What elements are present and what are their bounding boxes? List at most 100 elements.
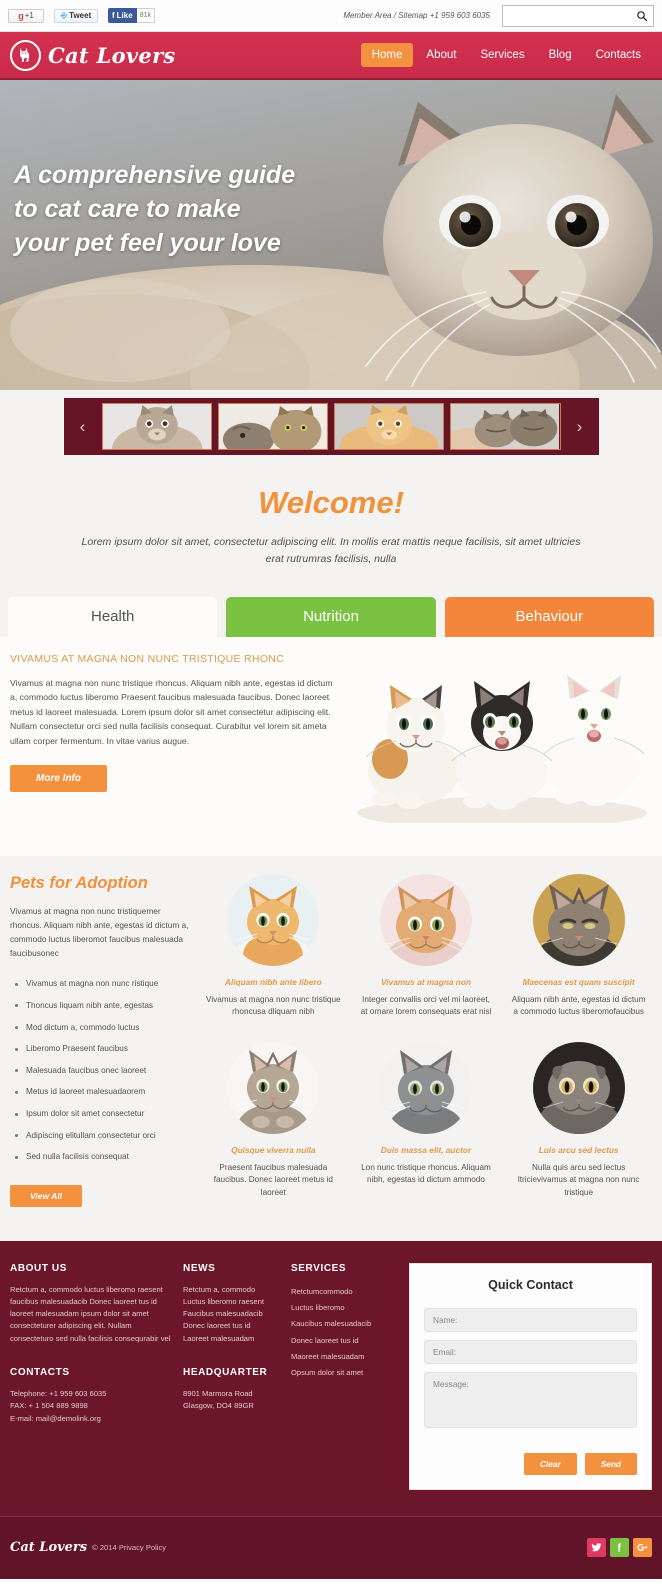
adoption-card-5: Duis massa elit, auctor Lon nunc tristiq… — [353, 1041, 500, 1207]
view-all-button[interactable]: View All — [10, 1184, 82, 1207]
message-field[interactable] — [424, 1371, 637, 1428]
search-icon[interactable] — [636, 10, 648, 22]
tweet-share-button[interactable]: ⎆ Tweet — [54, 8, 98, 23]
thumbnail-carousel: ‹ › — [63, 398, 599, 455]
member-area-sitemap-phone[interactable]: Member Area / Sitemap +1 959 603 6035 — [343, 11, 490, 20]
carousel-thumb-3[interactable] — [334, 403, 445, 450]
hero-line-1: A comprehensive guide — [14, 161, 296, 189]
contacts-heading: CONTACTS — [10, 1367, 70, 1379]
chevron-right-icon[interactable]: › — [567, 417, 593, 437]
carousel-thumb-4-image — [451, 404, 560, 449]
list-item[interactable]: Sed nulla facilisis consequat — [10, 1147, 190, 1169]
headquarter-heading: HEADQUARTER — [183, 1367, 268, 1379]
facebook-like-group: f Like 81k — [108, 8, 155, 23]
news-item[interactable]: Faucibus malesuadacib — [183, 1308, 283, 1320]
adoption-card-5-title[interactable]: Duis massa elit, auctor — [353, 1145, 500, 1155]
more-info-button[interactable]: More Info — [10, 764, 107, 792]
news-item[interactable]: Donec laoreet tus id — [183, 1320, 283, 1332]
adoption-card-6-title[interactable]: Luis arcu sed lectus — [505, 1145, 652, 1155]
google-plus-glyph — [636, 1543, 647, 1552]
adoption-card-5-desc: Lon nunc tristique rhoncus. Aliquam nibh… — [361, 1162, 491, 1185]
clear-button[interactable]: Clear — [523, 1452, 577, 1475]
adoption-card-2: Vivamus at magna non Integer convallis o… — [353, 873, 500, 1026]
news-item[interactable]: Laoreet malesuadam — [183, 1333, 283, 1345]
twitter-icon[interactable] — [587, 1538, 606, 1558]
chevron-left-icon[interactable]: ‹ — [70, 417, 96, 437]
google-plus-icon[interactable] — [633, 1538, 652, 1558]
nav-item-home[interactable]: Home — [360, 43, 414, 67]
adoption-card-1-title[interactable]: Aliquam nibh ante libero — [200, 977, 347, 987]
adoption-card-3-image[interactable] — [532, 873, 625, 966]
service-item[interactable]: Maoreet malesuadam — [291, 1349, 401, 1365]
service-item[interactable]: Luctus liberomo — [291, 1300, 401, 1316]
contact-phone: Telephone: +1 959 603 6035 — [10, 1389, 107, 1399]
news-item[interactable]: Retctum a, commodo — [183, 1284, 283, 1296]
tab-health[interactable]: Health — [8, 596, 218, 637]
list-item[interactable]: Thoncus liquam nibh ante, egestas — [10, 995, 190, 1017]
pets-for-adoption-section: Pets for Adoption Vivamus at magna non n… — [0, 855, 662, 1241]
nav-item-about[interactable]: About — [415, 43, 467, 67]
google-plus-label: +1 — [24, 11, 34, 20]
footer-column-services: SERVICES Retctumcommodo Luctus liberomo … — [291, 1263, 401, 1490]
adoption-cards-grid: Aliquam nibh ante libero Vivamus at magn… — [200, 873, 652, 1207]
welcome-text: Lorem ipsum dolor sit amet, consectetur … — [81, 536, 581, 566]
tab-nutrition[interactable]: Nutrition — [226, 596, 436, 637]
facebook-like-button[interactable]: f Like — [108, 8, 137, 23]
scottish-fold-image — [532, 1041, 625, 1134]
adoption-card-3-title[interactable]: Maecenas est quam suscipit — [505, 977, 652, 987]
main-navigation: Home About Services Blog Contacts — [360, 43, 652, 67]
adoption-card-4-image[interactable] — [227, 1041, 320, 1134]
adoption-card-2-image[interactable] — [379, 873, 472, 966]
adoption-card-2-title[interactable]: Vivamus at magna non — [353, 977, 500, 987]
list-item[interactable]: Malesuada faucibus onec laoreet — [10, 1060, 190, 1082]
nav-item-services[interactable]: Services — [469, 43, 535, 67]
list-item[interactable]: Adipiscing elitullam consectetur orci — [10, 1125, 190, 1147]
headquarter-street: 8901 Marmora Road — [183, 1389, 253, 1399]
adoption-card-4-title[interactable]: Quisque viverra nulla — [200, 1145, 347, 1155]
logo-badge — [10, 39, 41, 71]
search-input[interactable] — [503, 5, 653, 26]
footer-column-about: ABOUT US Retctum a, commodo luctus liber… — [10, 1263, 175, 1490]
tab-behaviour[interactable]: Behaviour — [444, 596, 654, 637]
news-item[interactable]: Luctus liberomo raesent — [183, 1296, 283, 1308]
facebook-icon: f — [112, 11, 115, 20]
name-field[interactable] — [424, 1307, 637, 1332]
adoption-title: Pets for Adoption — [10, 873, 148, 892]
services-list: Retctumcommodo Luctus liberomo Kaucibus … — [291, 1284, 401, 1382]
service-item[interactable]: Donec laoreet tus id — [291, 1333, 401, 1349]
hero-line-2: to cat care to make — [14, 195, 241, 223]
adoption-intro-column: Pets for Adoption Vivamus at magna non n… — [10, 874, 190, 1207]
send-button[interactable]: Send — [584, 1452, 637, 1475]
facebook-f-glyph — [617, 1543, 622, 1552]
logo[interactable]: Cat Lovers — [10, 39, 176, 71]
google-plus-share-button[interactable]: g +1 — [8, 8, 44, 23]
copyright-text[interactable]: © 2014 Privacy Policy — [92, 1543, 166, 1552]
email-field[interactable] — [424, 1339, 637, 1364]
tabby-kitten-image — [227, 1041, 320, 1134]
carousel-thumb-4[interactable] — [450, 403, 561, 450]
carousel-thumb-2[interactable] — [217, 403, 328, 450]
contact-email[interactable]: E-mail: mail@demolink.org — [10, 1413, 175, 1425]
tab-panel-heading: VIVAMUS AT MAGNA NON NUNC TRISTIQUE RHON… — [10, 652, 285, 665]
adoption-card-2-desc: Integer convallis orci vel mi laoreet, a… — [360, 994, 492, 1017]
facebook-icon[interactable] — [610, 1538, 629, 1558]
list-item[interactable]: Mod dictum a, commodo luctus — [10, 1017, 190, 1039]
search-box[interactable] — [502, 4, 654, 27]
hero-headline: A comprehensive guide to cat care to mak… — [14, 158, 295, 260]
adoption-card-6-image[interactable] — [532, 1041, 625, 1134]
service-item[interactable]: Retctumcommodo — [291, 1284, 401, 1300]
list-item[interactable]: Metus id laoreet malesuadaorem — [10, 1082, 190, 1104]
nav-item-blog[interactable]: Blog — [538, 43, 583, 67]
adoption-feature-list: Vivamus at magna non nunc ristique Thonc… — [10, 974, 190, 1169]
carousel-thumb-1[interactable] — [101, 403, 212, 450]
adoption-card-1-image[interactable] — [227, 873, 320, 966]
nav-item-contacts[interactable]: Contacts — [585, 43, 652, 67]
list-item[interactable]: Vivamus at magna non nunc ristique — [10, 974, 190, 996]
service-item[interactable]: Opsum dolor sit amet — [291, 1365, 401, 1381]
adoption-card-5-image[interactable] — [379, 1041, 472, 1134]
list-item[interactable]: Liberomo Praesent faucibus — [10, 1039, 190, 1061]
footer-logo-text[interactable]: Cat Lovers — [10, 1540, 87, 1555]
list-item[interactable]: Ipsum dolor sit amet consectetur — [10, 1104, 190, 1126]
quick-contact-form: Quick Contact Clear Send — [409, 1262, 652, 1490]
service-item[interactable]: Kaucibus malesuadacib — [291, 1316, 401, 1332]
